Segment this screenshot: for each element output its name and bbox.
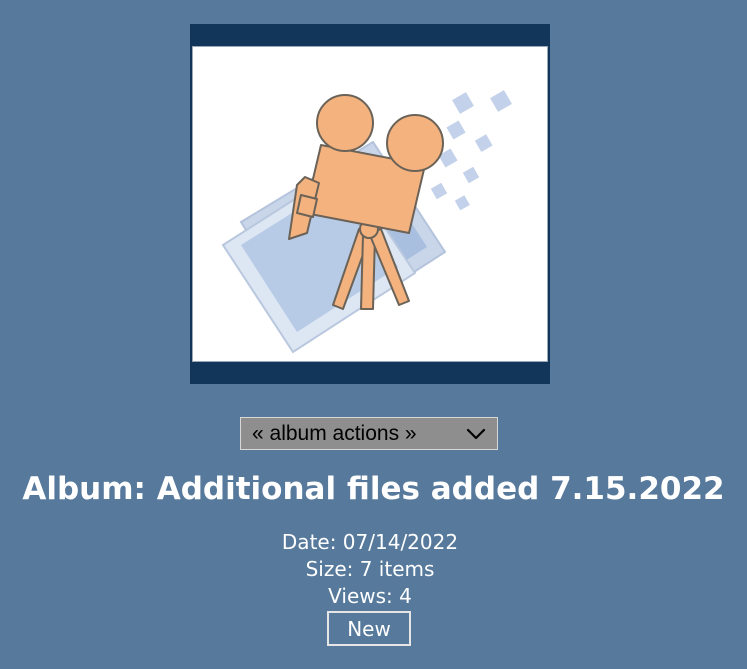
album-views: Views: 4 [328, 584, 412, 608]
new-status-badge: New [327, 611, 411, 646]
album-actions-label: « album actions » [252, 421, 417, 445]
album-date: Date: 07/14/2022 [281, 530, 459, 554]
video-camera-icon [221, 90, 512, 354]
album-meta: Date: 07/14/2022 Size: 7 items Views: 4 [0, 529, 740, 610]
album-thumbnail-image[interactable] [192, 46, 548, 362]
album-title: Album: Additional files added 7.15.2022 [22, 471, 725, 507]
album-size: Size: 7 items [305, 557, 435, 581]
chevron-down-icon [466, 428, 486, 440]
album-actions-select[interactable]: « album actions » [240, 417, 498, 450]
album-thumbnail[interactable] [190, 24, 550, 384]
